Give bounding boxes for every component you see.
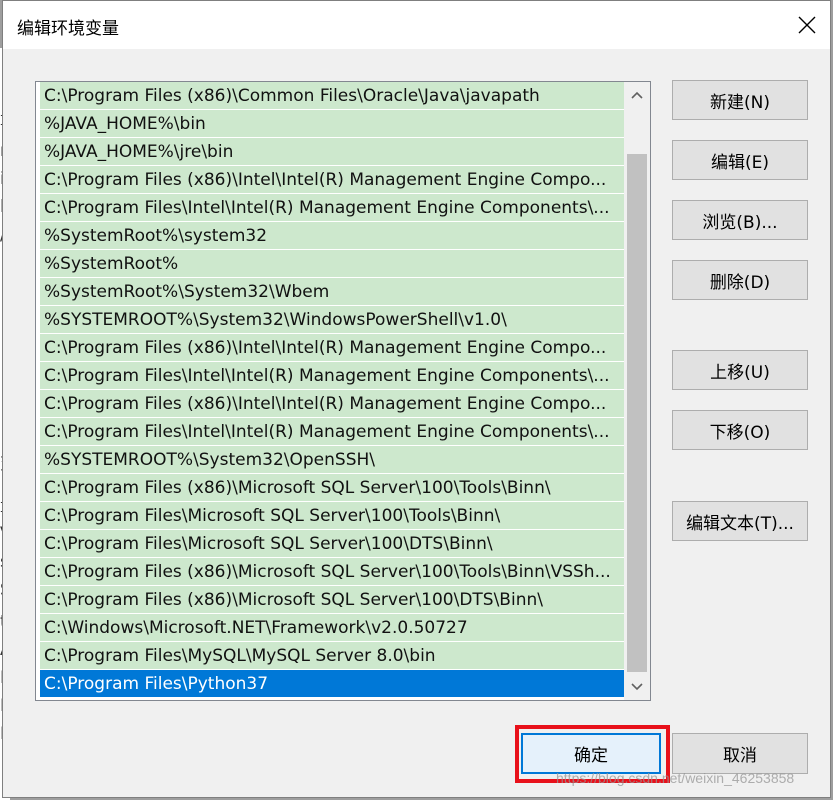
- path-list-item[interactable]: %SYSTEMROOT%\System32\WindowsPowerShell\…: [40, 306, 624, 334]
- edit-button[interactable]: 编辑(E): [672, 140, 808, 180]
- edit-env-variable-dialog: 编辑环境变量 C:\Program Files (x86)\Common Fil…: [2, 0, 831, 798]
- edit-text-button[interactable]: 编辑文本(T)...: [672, 501, 808, 541]
- chevron-up-icon: [631, 91, 643, 99]
- path-list-item[interactable]: C:\Windows\Microsoft.NET\Framework\v2.0.…: [40, 614, 624, 642]
- path-list-item[interactable]: C:\Program Files\MySQL\MySQL Server 8.0\…: [40, 642, 624, 670]
- list-scrollbar[interactable]: [624, 82, 650, 700]
- path-list-item[interactable]: C:\Program Files (x86)\Microsoft SQL Ser…: [40, 586, 624, 614]
- path-list-items: C:\Program Files (x86)\Common Files\Orac…: [40, 82, 624, 698]
- path-list-item[interactable]: C:\Program Files\Microsoft SQL Server\10…: [40, 530, 624, 558]
- scroll-thumb[interactable]: [627, 154, 647, 672]
- path-list-item[interactable]: C:\Program Files (x86)\Microsoft SQL Ser…: [40, 558, 624, 586]
- new-button[interactable]: 新建(N): [672, 80, 808, 120]
- dialog-titlebar: 编辑环境变量: [3, 1, 830, 49]
- path-list-item[interactable]: %JAVA_HOME%\jre\bin: [40, 138, 624, 166]
- path-list-item[interactable]: C:\Program Files\Python37: [40, 670, 624, 698]
- path-list-item[interactable]: C:\Program Files (x86)\Intel\Intel(R) Ma…: [40, 334, 624, 362]
- path-list-item[interactable]: %SystemRoot%\System32\Wbem: [40, 278, 624, 306]
- path-list-item[interactable]: %SystemRoot%: [40, 250, 624, 278]
- path-list-item[interactable]: C:\Program Files\Intel\Intel(R) Manageme…: [40, 362, 624, 390]
- path-list-item[interactable]: %SYSTEMROOT%\System32\OpenSSH\: [40, 446, 624, 474]
- path-list-item[interactable]: C:\Program Files\Intel\Intel(R) Manageme…: [40, 194, 624, 222]
- watermark-text: https://blog.csdn.net/weixin_46253858: [556, 770, 795, 786]
- move-down-button[interactable]: 下移(O): [672, 410, 808, 450]
- close-icon: [798, 16, 816, 34]
- path-list-item[interactable]: C:\Program Files\Microsoft SQL Server\10…: [40, 502, 624, 530]
- path-list[interactable]: C:\Program Files (x86)\Common Files\Orac…: [35, 81, 651, 701]
- path-list-item[interactable]: C:\Program Files (x86)\Intel\Intel(R) Ma…: [40, 390, 624, 418]
- browse-button[interactable]: 浏览(B)...: [672, 200, 808, 240]
- close-button[interactable]: [784, 1, 830, 49]
- move-up-button[interactable]: 上移(U): [672, 350, 808, 390]
- scroll-down-button[interactable]: [624, 674, 650, 700]
- delete-button[interactable]: 删除(D): [672, 260, 808, 300]
- path-list-item[interactable]: %SystemRoot%\system32: [40, 222, 624, 250]
- cancel-button[interactable]: 取消: [672, 733, 808, 774]
- path-list-item[interactable]: C:\Program Files (x86)\Intel\Intel(R) Ma…: [40, 166, 624, 194]
- scroll-up-button[interactable]: [624, 82, 650, 108]
- dialog-title: 编辑环境变量: [17, 19, 119, 39]
- path-list-item[interactable]: %JAVA_HOME%\bin: [40, 110, 624, 138]
- path-list-item[interactable]: C:\Program Files (x86)\Common Files\Orac…: [40, 82, 624, 110]
- chevron-down-icon: [631, 683, 643, 691]
- ok-button[interactable]: 确定: [521, 733, 661, 774]
- path-list-item[interactable]: C:\Program Files (x86)\Microsoft SQL Ser…: [40, 474, 624, 502]
- path-list-item[interactable]: C:\Program Files\Intel\Intel(R) Manageme…: [40, 418, 624, 446]
